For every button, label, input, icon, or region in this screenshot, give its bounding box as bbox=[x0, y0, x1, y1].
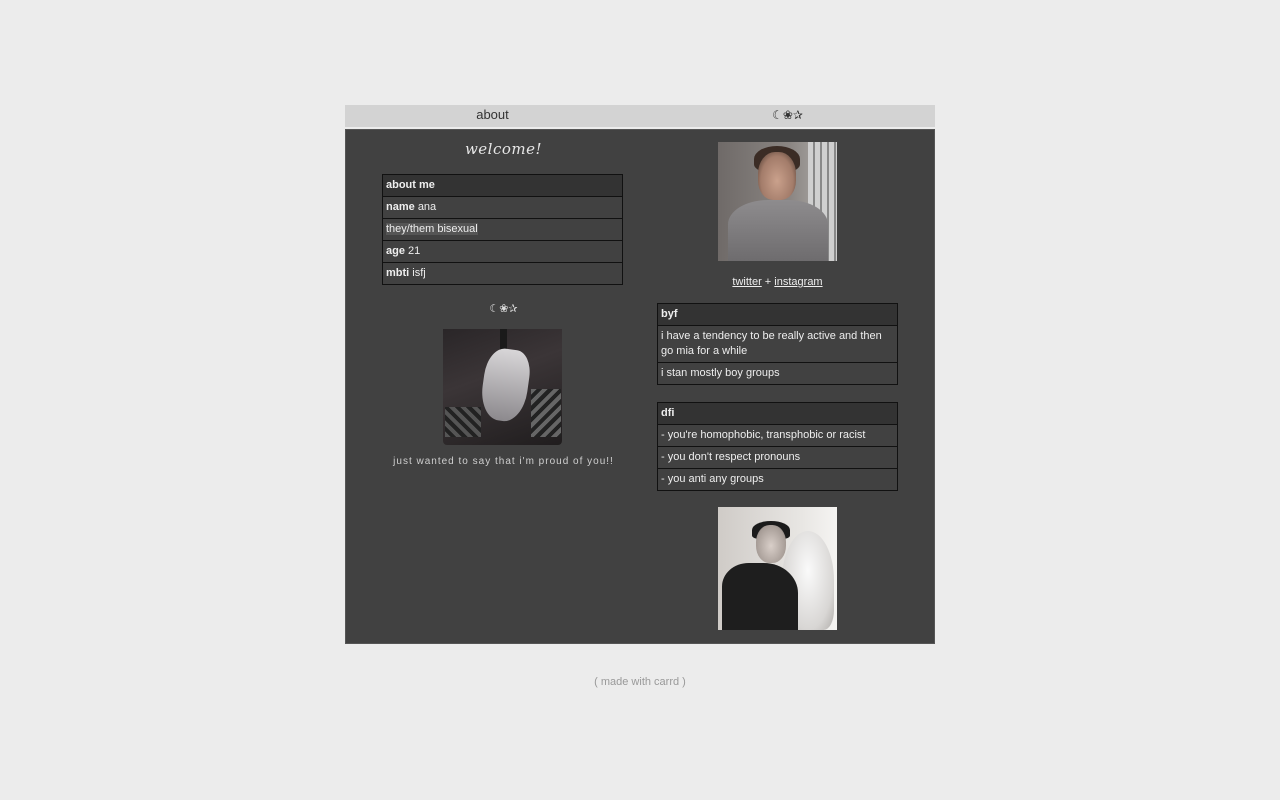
about-me-header: about me bbox=[382, 174, 623, 197]
age-row: age 21 bbox=[382, 240, 623, 263]
dfi-table: dfi - you're homophobic, transphobic or … bbox=[657, 402, 898, 491]
mbti-row: mbti isfj bbox=[382, 262, 623, 285]
guitar-photo bbox=[443, 329, 562, 445]
pronouns-row: they/them bisexual bbox=[382, 218, 623, 241]
age-key: age bbox=[386, 245, 405, 257]
byf-table: byf i have a tendency to be really activ… bbox=[657, 303, 898, 385]
welcome-heading: welcome! bbox=[464, 140, 543, 158]
social-links: twitter + instagram bbox=[657, 276, 898, 288]
mbti-value: isfj bbox=[412, 267, 426, 279]
dfi-row: - you don't respect pronouns bbox=[657, 446, 898, 469]
hoodie-portrait-photo bbox=[718, 142, 837, 261]
byf-row: i stan mostly boy groups bbox=[657, 362, 898, 385]
nav-symbols-link[interactable]: ☾❀✰ bbox=[772, 108, 803, 122]
content-panel: welcome! about me name ana they/them bis… bbox=[345, 129, 935, 644]
nav-about-cell[interactable]: about bbox=[345, 105, 640, 127]
nav-about-link[interactable]: about bbox=[476, 107, 509, 122]
name-row: name ana bbox=[382, 196, 623, 219]
statue-portrait-photo bbox=[718, 507, 837, 630]
pronouns-value: they/them bisexual bbox=[386, 223, 478, 235]
made-with-carrd-link[interactable]: ( made with carrd ) bbox=[0, 676, 1280, 688]
age-value: 21 bbox=[408, 245, 421, 257]
links-separator: + bbox=[764, 276, 772, 288]
dfi-row: - you anti any groups bbox=[657, 468, 898, 491]
instagram-link[interactable]: instagram bbox=[774, 276, 822, 288]
name-value: ana bbox=[417, 201, 437, 213]
top-nav-bar: about ☾❀✰ bbox=[345, 105, 935, 127]
about-me-table: about me name ana they/them bisexual age… bbox=[382, 174, 623, 285]
proud-caption: just wanted to say that i'm proud of you… bbox=[393, 456, 614, 467]
divider-symbols: ☾❀✰ bbox=[489, 303, 518, 315]
byf-row: i have a tendency to be really active an… bbox=[657, 325, 898, 363]
name-key: name bbox=[386, 201, 415, 213]
nav-symbols-cell[interactable]: ☾❀✰ bbox=[640, 105, 935, 127]
twitter-link[interactable]: twitter bbox=[732, 276, 761, 288]
profile-card: about ☾❀✰ welcome! about me name ana the… bbox=[345, 105, 935, 644]
mbti-key: mbti bbox=[386, 267, 410, 279]
dfi-header: dfi bbox=[657, 402, 898, 425]
dfi-row: - you're homophobic, transphobic or raci… bbox=[657, 424, 898, 447]
byf-header: byf bbox=[657, 303, 898, 326]
